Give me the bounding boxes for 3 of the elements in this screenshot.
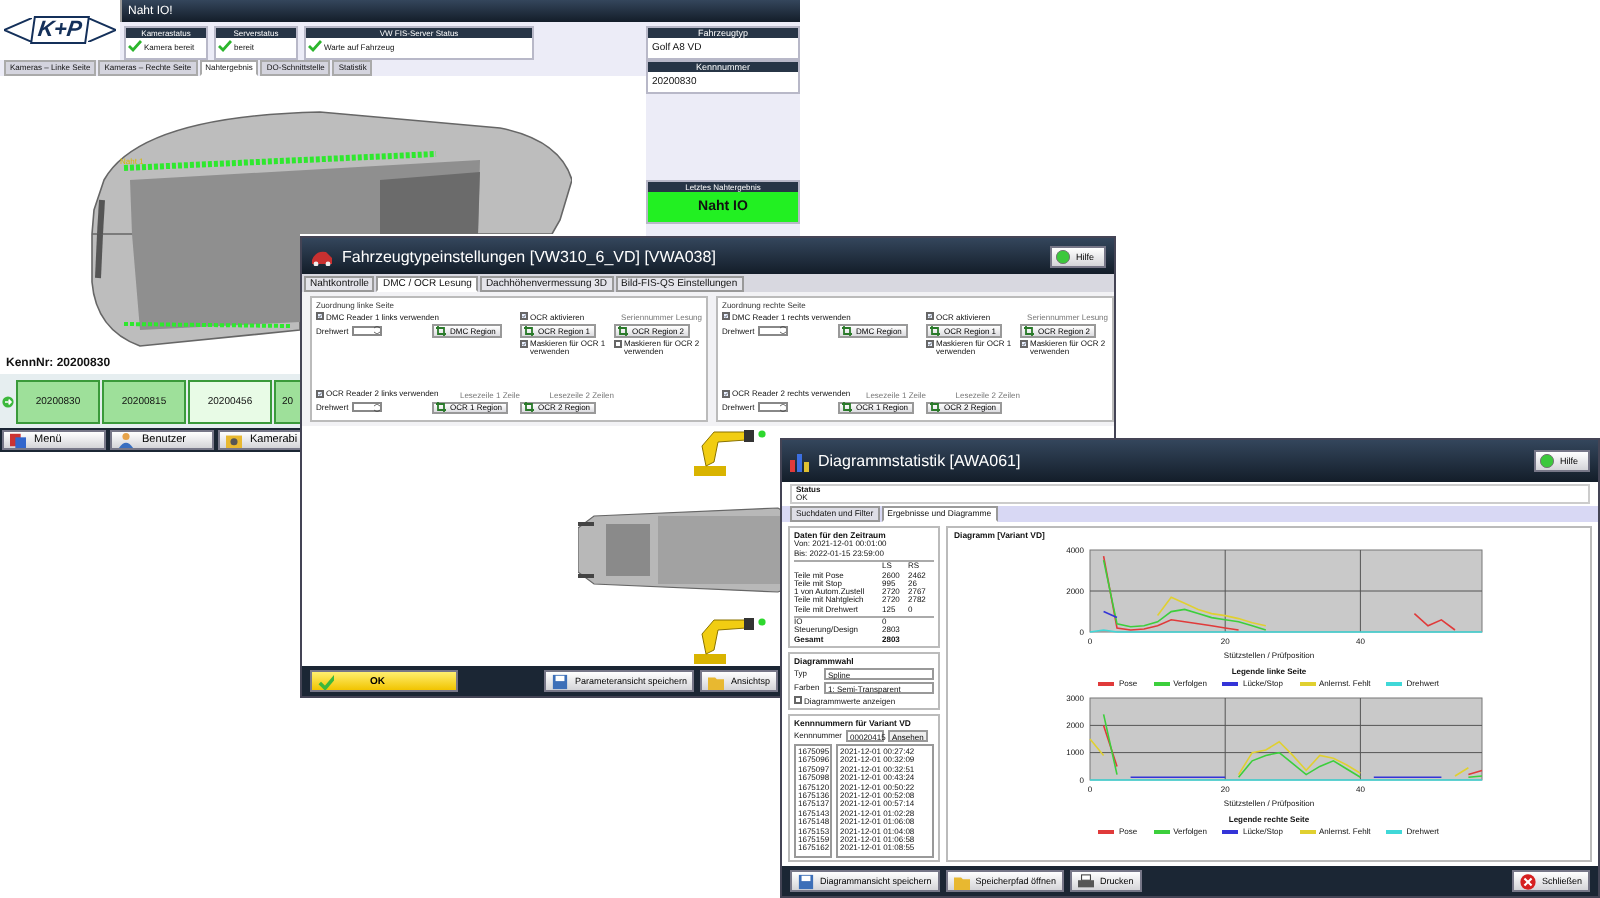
logo-text: K+P [30,16,90,44]
window-title: Diagrammstatistik [AWA061] [818,452,1021,470]
window-title: Fahrzeugtypeinstellungen [VW310_6_VD] [VWA038] [342,247,716,265]
